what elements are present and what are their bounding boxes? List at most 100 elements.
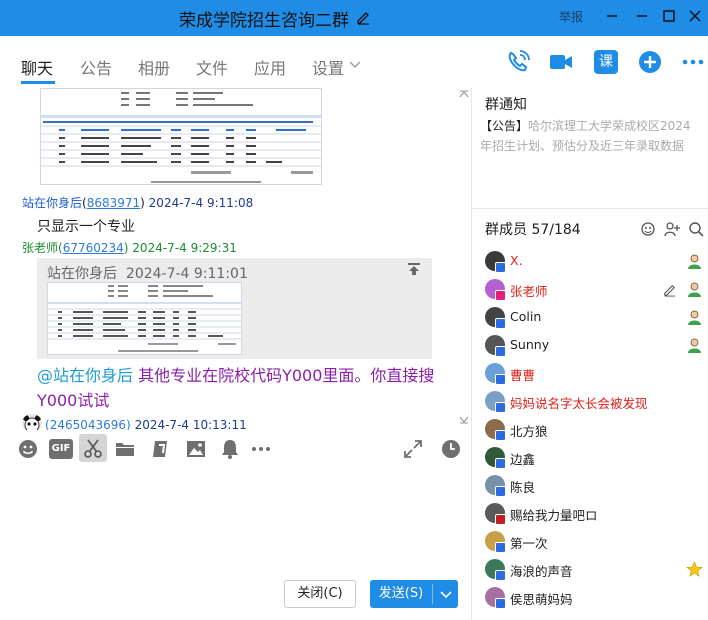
expand-icon[interactable] [402, 438, 424, 460]
message-meta: 站在你身后(8683971) 2024-7-4 9:11:08 [22, 196, 254, 210]
folder-icon[interactable] [114, 438, 136, 460]
close-window-icon[interactable] [686, 7, 704, 25]
mention-link[interactable]: @站在你身后 [37, 366, 133, 385]
level-badge-icon [495, 458, 506, 469]
quoted-message[interactable]: 站在你身后 2024-7-4 9:11:01 [37, 258, 432, 359]
member-row[interactable]: 第一次 [472, 528, 708, 556]
level-badge-icon [495, 346, 506, 357]
star-icon [686, 561, 703, 577]
member-name: 陈良 [510, 480, 536, 495]
member-role-icon [688, 338, 701, 353]
quote-header: 站在你身后 2024-7-4 9:11:01 [47, 263, 248, 283]
member-name: 曹曹 [510, 368, 536, 383]
quoted-screenshot-image[interactable] [47, 282, 242, 355]
level-badge-icon [495, 486, 506, 497]
tab-album[interactable]: 相册 [138, 55, 170, 79]
send-label[interactable]: 发送(S) [370, 580, 432, 608]
more-icon[interactable] [680, 49, 706, 75]
sender-name[interactable]: 站在你身后 [22, 196, 82, 210]
notice-title[interactable]: 群通知 [485, 94, 527, 114]
add-icon[interactable] [637, 49, 663, 75]
chevron-down-icon[interactable] [434, 580, 458, 608]
gif-icon[interactable]: GIF [49, 439, 73, 459]
member-row[interactable]: 北方狼 [472, 416, 708, 444]
scissors-icon[interactable] [82, 437, 104, 459]
member-row[interactable]: Sunny [472, 332, 708, 360]
chat-history[interactable]: 站在你身后(8683971) 2024-7-4 9:11:08 只显示一个专业 … [0, 88, 471, 430]
search-members-icon[interactable] [688, 221, 704, 237]
scissors-button[interactable] [79, 434, 107, 462]
level-badge-icon [495, 598, 506, 609]
video-icon[interactable] [548, 49, 574, 75]
member-name: 边鑫 [510, 452, 536, 467]
emoji-icon[interactable] [17, 438, 39, 460]
member-row[interactable]: 陈良 [472, 472, 708, 500]
sender-uid-link[interactable]: 2465043696 [50, 418, 126, 430]
phone-icon[interactable] [505, 49, 531, 75]
level-badge-icon [495, 318, 506, 329]
avatar[interactable] [22, 414, 42, 430]
members-title: 群成员 57/184 [485, 222, 581, 238]
add-member-icon[interactable] [664, 221, 680, 237]
message-text: 只显示一个专业 [37, 219, 135, 235]
member-name: Colin [510, 309, 542, 324]
clock-icon[interactable] [440, 438, 462, 460]
level-badge-icon [495, 430, 506, 441]
send-button[interactable]: 发送(S) [370, 580, 458, 608]
member-name: 张老师 [510, 284, 548, 299]
more-options-icon[interactable] [250, 438, 272, 460]
chevron-down-icon[interactable] [349, 61, 361, 69]
member-name: 第一次 [510, 536, 548, 551]
active-tab-indicator [21, 81, 55, 84]
scroll-down-icon[interactable] [459, 416, 469, 424]
level-badge-icon [495, 402, 506, 413]
edit-icon[interactable] [662, 282, 677, 297]
notice-tag: 【公告】 [480, 119, 529, 133]
member-row[interactable]: 侯思萌妈妈 [472, 584, 708, 612]
tab-apps[interactable]: 应用 [254, 55, 286, 79]
member-row[interactable]: 赐给我力量吧ロ [472, 500, 708, 528]
member-name: 侯思萌妈妈 [510, 592, 573, 607]
message-input[interactable] [12, 470, 462, 570]
minimize-button-icon[interactable] [633, 7, 651, 25]
screenshot-image[interactable] [40, 88, 322, 185]
member-row[interactable]: Colin [472, 304, 708, 332]
manage-members-icon[interactable] [640, 221, 656, 237]
member-row[interactable]: 曹曹 [472, 360, 708, 388]
sender-uid-link[interactable]: 8683971 [87, 196, 140, 210]
minimize-icon[interactable] [603, 7, 621, 25]
input-toolbar: GIF [0, 430, 471, 466]
report-button[interactable]: 举报 [559, 8, 583, 25]
group-title: 荣成学院招生咨询二群 [179, 11, 349, 31]
class-icon[interactable]: 课 [594, 50, 618, 74]
edit-title-icon[interactable] [355, 9, 371, 25]
member-name: 北方狼 [510, 424, 548, 439]
member-row[interactable]: X. [472, 248, 708, 276]
section-divider [472, 208, 708, 209]
scroll-up-icon[interactable] [459, 90, 469, 98]
tab-settings[interactable]: 设置 [312, 55, 344, 79]
member-row[interactable]: 妈妈说名字太长会被发现 [472, 388, 708, 416]
member-name: X. [510, 253, 523, 268]
image-icon[interactable] [185, 438, 207, 460]
maximize-icon[interactable] [660, 7, 678, 25]
tab-announcements[interactable]: 公告 [80, 55, 112, 79]
sender-uid-link[interactable]: 67760234 [63, 241, 124, 255]
reply-text: @站在你身后 其他专业在院校代码Y000里面。你直接搜Y000试试 [37, 363, 437, 413]
doc-icon[interactable] [150, 438, 172, 460]
member-name: 赐给我力量吧ロ [510, 508, 598, 523]
title-bar [0, 0, 708, 36]
jump-to-message-icon[interactable] [407, 262, 421, 276]
member-row[interactable]: 海浪的声音 [472, 556, 708, 584]
sender-name[interactable]: 张老师 [22, 241, 58, 255]
member-row[interactable]: 张老师 [472, 276, 708, 304]
member-row[interactable]: 边鑫 [472, 444, 708, 472]
member-role-icon [688, 282, 701, 297]
tab-chat[interactable]: 聊天 [21, 55, 53, 79]
close-button[interactable]: 关闭(C) [284, 580, 356, 608]
message-meta: 张老师(67760234) 2024-7-4 9:29:31 [22, 241, 237, 255]
member-name: 海浪的声音 [510, 564, 573, 579]
notice-body[interactable]: 【公告】哈尔滨理工大学荣成校区2024年招生计划、预估分及近三年录取数据 [480, 116, 702, 156]
bell-icon[interactable] [219, 438, 241, 460]
tab-files[interactable]: 文件 [196, 55, 228, 79]
